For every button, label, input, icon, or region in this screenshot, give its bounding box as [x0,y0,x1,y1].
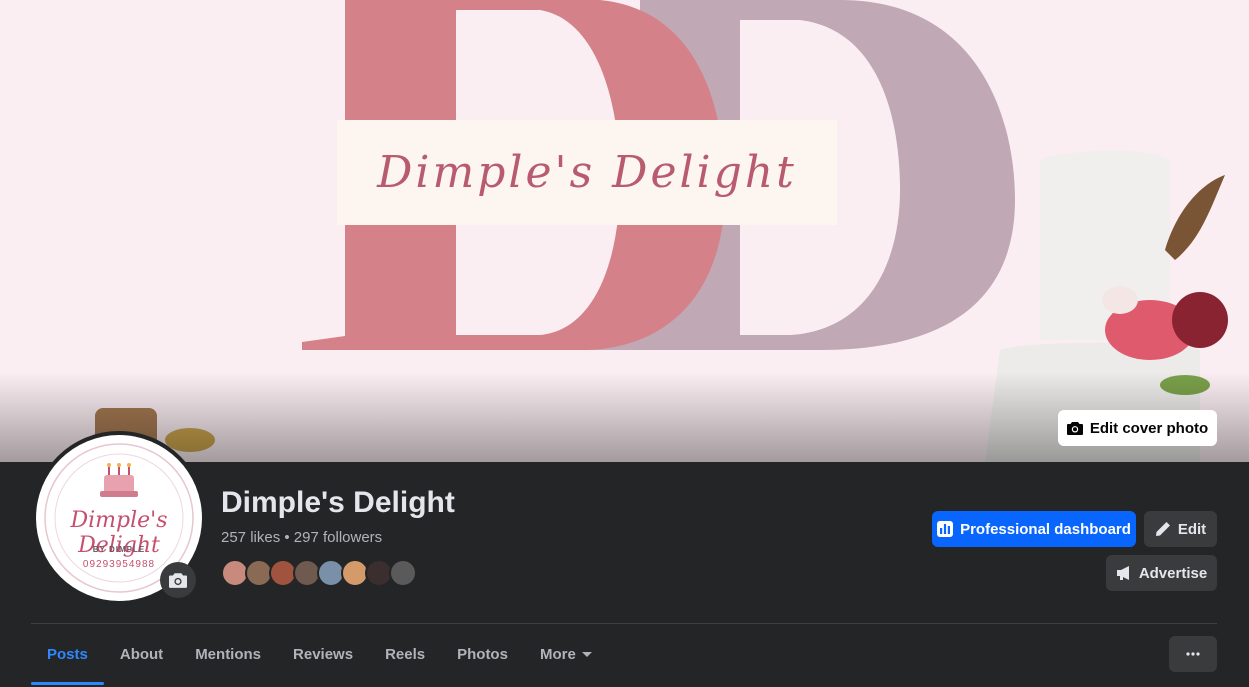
edit-page-button[interactable]: Edit [1144,511,1217,547]
tab-reviews[interactable]: Reviews [277,624,369,684]
tab-photos[interactable]: Photos [441,624,524,684]
cover-photo: Dimple's Delight Edit cover photo [0,0,1249,462]
profile-header: Dimple's Delight BY DIMPLE 09293954988 D… [0,431,1249,687]
follower-avatars[interactable] [221,559,417,587]
tab-label: Reels [385,645,426,663]
edit-label: Edit [1177,520,1207,538]
pencil-icon [1155,522,1170,536]
follower-avatar[interactable] [389,559,417,587]
tab-more[interactable]: More [524,624,608,684]
camera-icon [169,573,187,588]
more-options-button[interactable] [1169,636,1217,672]
professional-dashboard-label: Professional dashboard [960,520,1131,538]
edit-cover-photo-label: Edit cover photo [1089,419,1209,437]
camera-icon [1066,422,1083,435]
tab-label: About [119,645,164,663]
tab-label: More [539,645,576,663]
tab-label: Reviews [293,645,354,663]
advertise-button[interactable]: Advertise [1106,555,1217,591]
edit-cover-photo-button[interactable]: Edit cover photo [1058,410,1217,446]
dashboard-chart-icon [937,521,954,537]
likes-followers-count[interactable]: 257 likes • 297 followers [221,529,382,546]
update-profile-picture-button[interactable] [160,562,196,598]
page-title: Dimple's Delight [221,486,455,519]
megaphone-icon [1116,566,1129,580]
advertise-label: Advertise [1138,564,1208,582]
cover-banner-text: Dimple's Delight [377,147,797,198]
avatar-subtitle: BY DIMPLE [92,545,146,554]
page-tabs: Posts About Mentions Reviews Reels Photo… [31,624,608,687]
cover-banner: Dimple's Delight [337,120,837,225]
professional-dashboard-button[interactable]: Professional dashboard [932,511,1136,547]
tab-mentions[interactable]: Mentions [179,624,277,684]
tab-label: Photos [457,645,508,663]
tab-label: Posts [47,645,88,663]
caret-down-icon [581,651,592,657]
ellipsis-icon [1186,652,1200,656]
tab-label: Mentions [195,645,262,663]
tab-reels[interactable]: Reels [369,624,441,684]
tab-about[interactable]: About [104,624,179,684]
tab-posts[interactable]: Posts [31,624,104,685]
